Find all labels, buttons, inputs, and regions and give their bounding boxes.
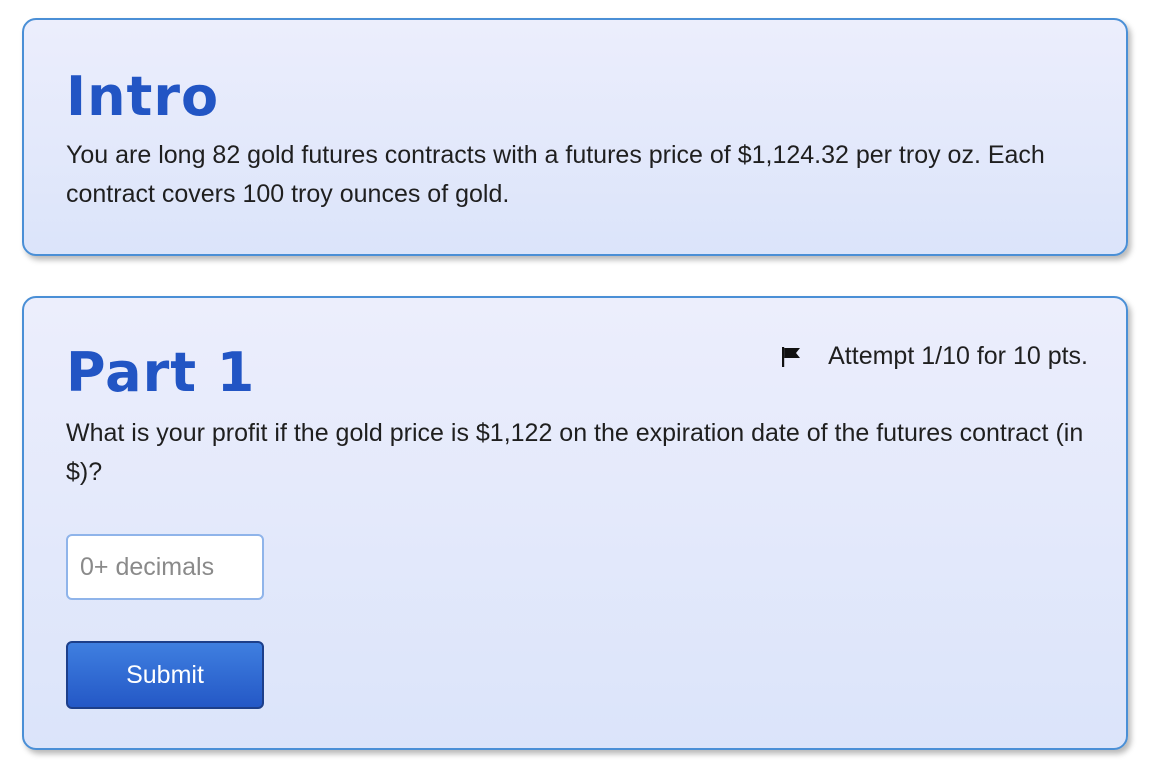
answer-input[interactable] — [66, 534, 264, 600]
attempt-info: Attempt 1/10 for 10 pts. — [780, 342, 1088, 371]
intro-title: Intro — [66, 65, 220, 128]
attempt-text: Attempt 1/10 for 10 pts. — [828, 342, 1088, 370]
intro-card: Intro You are long 82 gold futures contr… — [22, 18, 1128, 256]
part1-title: Part 1 — [66, 341, 256, 404]
submit-button[interactable]: Submit — [66, 641, 264, 709]
question-text: What is your profit if the gold price is… — [66, 419, 1084, 486]
part1-card: Part 1 Attempt 1/10 for 10 pts. What is … — [22, 296, 1128, 750]
intro-text: You are long 82 gold futures contracts w… — [66, 141, 1045, 208]
flag-icon[interactable] — [780, 346, 802, 368]
